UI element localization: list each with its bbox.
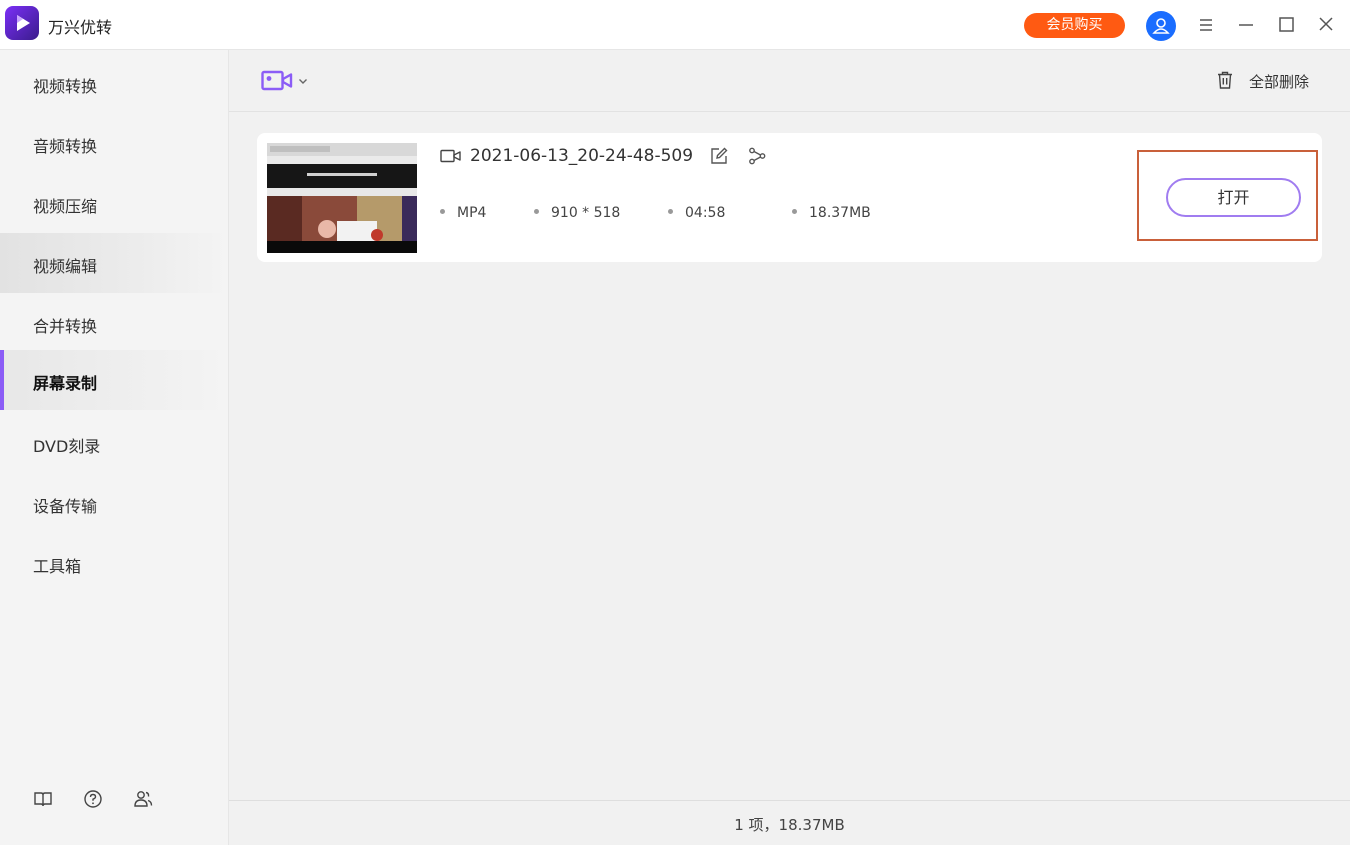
sidebar-item-label: 设备传输 xyxy=(33,497,98,516)
sidebar-item-dvd-burn[interactable]: DVD刻录 xyxy=(0,413,228,473)
sidebar-item-label: 合并转换 xyxy=(33,317,98,336)
file-name: 2021-06-13_20-24-48-509 xyxy=(470,146,694,166)
close-icon[interactable] xyxy=(1313,12,1339,38)
toolbar: 全部删除 xyxy=(229,50,1350,112)
meta-size: 18.37MB xyxy=(792,205,871,221)
video-thumbnail[interactable] xyxy=(267,143,417,253)
meta-resolution: 910 * 518 xyxy=(534,205,620,221)
chevron-down-icon[interactable] xyxy=(297,75,309,87)
sidebar-item-video-compress[interactable]: 视频压缩 xyxy=(0,173,228,233)
screen-record-icon[interactable] xyxy=(261,70,293,92)
sidebar-item-label: 视频编辑 xyxy=(33,257,98,276)
status-summary: 1 项，18.37MB xyxy=(734,816,845,834)
book-guide-icon[interactable] xyxy=(32,788,54,810)
status-bar: 1 项，18.37MB xyxy=(229,800,1350,845)
sidebar-item-merge-convert[interactable]: 合并转换 xyxy=(0,293,228,353)
delete-all-button[interactable]: 全部删除 xyxy=(1249,71,1309,92)
share-icon[interactable] xyxy=(747,146,767,166)
sidebar-item-screen-record[interactable]: 屏幕录制 xyxy=(0,350,228,410)
hamburger-menu-icon[interactable] xyxy=(1193,12,1219,38)
size-value: 18.37MB xyxy=(809,205,871,221)
bullet-dot xyxy=(668,208,673,214)
sidebar-item-label: 视频压缩 xyxy=(33,197,98,216)
sidebar-item-label: 屏幕录制 xyxy=(33,374,98,393)
active-indicator xyxy=(0,350,4,410)
resolution-value: 910 * 518 xyxy=(551,205,621,221)
format-value: MP4 xyxy=(457,205,487,221)
title-bar: 万兴优转 会员购买 xyxy=(0,0,1350,50)
file-list-item[interactable]: 2021-06-13_20-24-48-509 MP4 910 * 518 04… xyxy=(257,133,1322,262)
sidebar-item-label: DVD刻录 xyxy=(33,437,101,456)
open-button[interactable]: 打开 xyxy=(1166,178,1301,217)
sidebar-item-label: 音频转换 xyxy=(33,137,98,156)
meta-duration: 04:58 xyxy=(668,205,725,221)
video-file-icon xyxy=(440,148,462,164)
minimize-icon[interactable] xyxy=(1233,12,1259,38)
bullet-dot xyxy=(534,208,539,214)
sidebar-item-video-edit[interactable]: 视频编辑 xyxy=(0,233,228,293)
main-panel: 全部删除 2021-06-13_20-24-48-509 MP4 910 * 5… xyxy=(229,50,1350,845)
sidebar-item-audio-convert[interactable]: 音频转换 xyxy=(0,113,228,173)
help-icon[interactable] xyxy=(82,788,104,810)
bullet-dot xyxy=(440,208,445,214)
sidebar: 视频转换 音频转换 视频压缩 视频编辑 合并转换 屏幕录制 DVD刻录 设备传输… xyxy=(0,50,229,845)
sidebar-item-video-convert[interactable]: 视频转换 xyxy=(0,53,228,113)
app-title: 万兴优转 xyxy=(48,18,113,37)
trash-icon[interactable] xyxy=(1214,69,1236,91)
meta-format: MP4 xyxy=(440,205,486,221)
vip-purchase-button[interactable]: 会员购买 xyxy=(1024,13,1125,38)
sidebar-item-device-transfer[interactable]: 设备传输 xyxy=(0,473,228,533)
sidebar-item-toolbox[interactable]: 工具箱 xyxy=(0,533,228,593)
user-avatar-icon[interactable] xyxy=(1146,11,1176,41)
duration-value: 04:58 xyxy=(685,205,726,221)
app-logo-icon xyxy=(5,6,39,40)
edit-icon[interactable] xyxy=(709,146,729,166)
community-icon[interactable] xyxy=(132,788,154,810)
maximize-icon[interactable] xyxy=(1273,12,1299,38)
bullet-dot xyxy=(792,208,797,214)
sidebar-item-label: 视频转换 xyxy=(33,77,98,96)
sidebar-item-label: 工具箱 xyxy=(33,557,82,576)
